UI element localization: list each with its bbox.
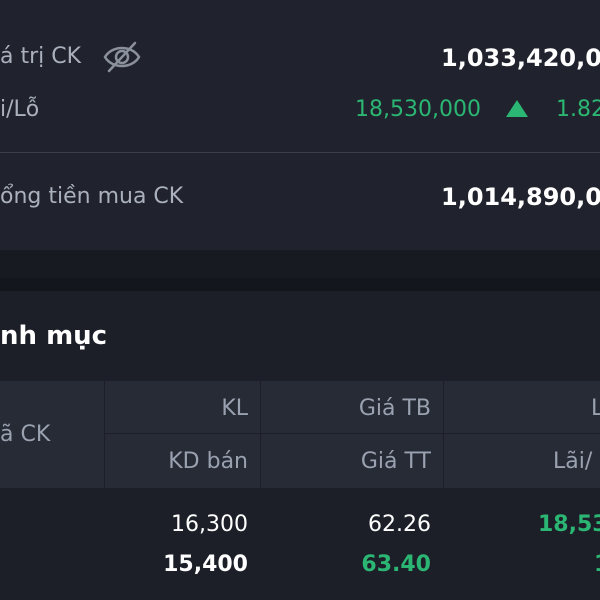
col-sellable-header[interactable]: KD bán	[168, 449, 248, 474]
row-market-price: 63.40	[361, 552, 431, 577]
col-pl-header-top[interactable]: L	[591, 396, 600, 421]
profit-loss-label: i/Lỗ	[0, 97, 40, 122]
row-pl-value: 18,53	[538, 512, 600, 537]
market-value-label: á trị CK	[0, 44, 82, 69]
header-separator	[260, 381, 261, 488]
col-symbol-header[interactable]: ã CK	[0, 422, 50, 447]
market-value-amount: 1,033,420,00	[441, 44, 600, 72]
account-summary-card: á trị CK 1,033,420,00 i/Lỗ 18,530,000 1.…	[0, 0, 600, 250]
col-pl-header[interactable]: Lãi/	[553, 449, 592, 474]
section-gap	[0, 250, 600, 278]
col-avg-price-header[interactable]: Giá TB	[359, 396, 431, 421]
profit-loss-value: 18,530,000	[355, 97, 481, 122]
header-separator	[104, 381, 105, 488]
up-arrow-icon	[506, 100, 528, 117]
col-market-price-header[interactable]: Giá TT	[361, 449, 431, 474]
summary-divider	[0, 152, 600, 153]
portfolio-table-header	[0, 381, 600, 488]
buy-total-amount: 1,014,890,00	[441, 183, 600, 211]
header-separator	[443, 381, 444, 488]
row-pl-percent: 1	[594, 552, 600, 577]
eye-off-icon[interactable]	[102, 37, 142, 77]
header-row-divider	[104, 433, 600, 434]
portfolio-title: nh mục	[0, 321, 108, 351]
row-avg-price: 62.26	[368, 512, 431, 537]
col-qty-header[interactable]: KL	[221, 396, 248, 421]
buy-total-label: ổng tiền mua CK	[0, 184, 184, 209]
row-qty: 16,300	[171, 512, 248, 537]
row-sellable: 15,400	[163, 552, 248, 577]
profit-loss-percent: 1.82	[556, 97, 600, 122]
